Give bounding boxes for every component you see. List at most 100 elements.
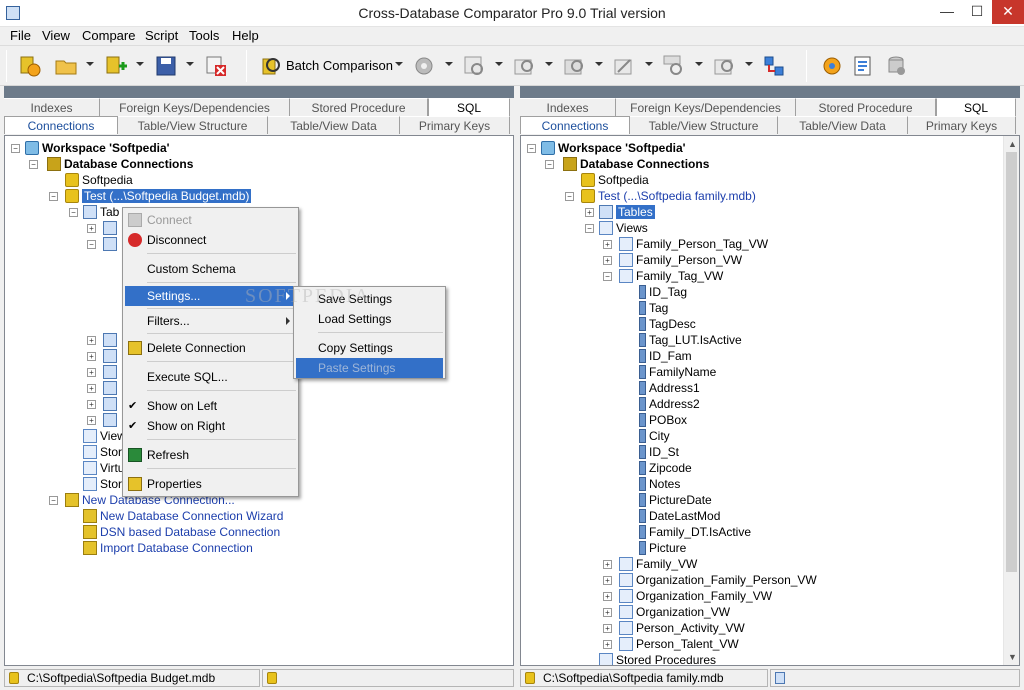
tab-primary-keys[interactable]: Primary Keys [400, 116, 510, 134]
expand-toggle[interactable]: + [603, 240, 612, 249]
tab-connections[interactable]: Connections [4, 116, 118, 134]
expand-toggle[interactable]: + [603, 608, 612, 617]
import-connection-link[interactable]: Import Database Connection [83, 540, 253, 556]
views-node[interactable]: View [83, 428, 126, 444]
compare-dependencies-dropdown[interactable] [645, 62, 653, 66]
open-dropdown-arrow[interactable] [86, 62, 94, 66]
table-node[interactable] [103, 412, 120, 428]
save-dropdown-arrow[interactable] [186, 62, 194, 66]
menu-tools[interactable]: Tools [189, 28, 219, 43]
tab-stored-procedure[interactable]: Stored Procedure [796, 98, 936, 116]
collapse-toggle[interactable]: − [69, 208, 78, 217]
menu-compare[interactable]: Compare [82, 28, 135, 43]
stored-node[interactable]: Stor [83, 476, 122, 492]
batch-dropdown-arrow[interactable] [395, 62, 403, 66]
menu-load-settings[interactable]: Load Settings [296, 309, 443, 329]
menu-execute-sql[interactable]: Execute SQL... [125, 367, 296, 387]
tab-table-view-data[interactable]: Table/View Data [268, 116, 400, 134]
column-item[interactable]: TagDesc [639, 316, 696, 332]
collapse-toggle[interactable]: − [527, 144, 536, 153]
tools-options-button[interactable] [818, 52, 846, 80]
column-item[interactable]: FamilyName [639, 364, 716, 380]
compare-options-button[interactable] [410, 52, 438, 80]
virtual-node[interactable]: Virtu [83, 460, 124, 476]
expand-toggle[interactable]: + [87, 368, 96, 377]
menu-refresh[interactable]: Refresh [125, 445, 296, 465]
table-node[interactable] [103, 364, 120, 380]
new-connection-wizard-link[interactable]: New Database Connection Wizard [83, 508, 283, 524]
tab-primary-keys[interactable]: Primary Keys [908, 116, 1016, 134]
workspace-settings-button[interactable] [16, 52, 44, 80]
database-info-button[interactable] [882, 52, 910, 80]
close-button[interactable]: ✕ [992, 0, 1024, 24]
view-item[interactable]: Organization_Family_VW [619, 588, 772, 604]
stored-procedures-node[interactable]: Stor [83, 444, 122, 460]
column-item[interactable]: Notes [639, 476, 680, 492]
compare-sql-dropdown[interactable] [695, 62, 703, 66]
collapse-toggle[interactable]: − [11, 144, 20, 153]
menu-delete-connection[interactable]: Delete Connection [125, 338, 296, 358]
maximize-button[interactable]: ☐ [962, 0, 992, 24]
collapse-toggle[interactable]: − [603, 272, 612, 281]
connection-test[interactable]: Test (...\Softpedia Budget.mdb) [65, 188, 252, 204]
column-item[interactable]: ID_Tag [639, 284, 687, 300]
table-node[interactable] [103, 332, 120, 348]
compare-data-dropdown[interactable] [545, 62, 553, 66]
right-connection-tree[interactable]: − Workspace 'Softpedia' − Database Conne… [520, 135, 1020, 666]
expand-toggle[interactable]: + [87, 416, 96, 425]
column-item[interactable]: Picture [639, 540, 686, 556]
menu-show-on-left[interactable]: ✔ Show on Left [125, 396, 296, 416]
tab-table-view-structure[interactable]: Table/View Structure [118, 116, 268, 134]
table-node[interactable] [103, 236, 120, 252]
tab-foreign-keys[interactable]: Foreign Keys/Dependencies [616, 98, 796, 116]
view-item[interactable]: Organization_Family_Person_VW [619, 572, 817, 588]
compare-dependencies-button[interactable] [610, 52, 638, 80]
column-item[interactable]: ID_St [639, 444, 679, 460]
view-item[interactable]: Family_Person_Tag_VW [619, 236, 768, 252]
menu-connect[interactable]: Connect [125, 210, 296, 230]
stored-procedures-node[interactable]: Stored Procedures [599, 652, 716, 665]
column-item[interactable]: PictureDate [639, 492, 712, 508]
compare-keys-button[interactable] [560, 52, 588, 80]
tab-indexes[interactable]: Indexes [520, 98, 616, 116]
dsn-connection-link[interactable]: DSN based Database Connection [83, 524, 280, 540]
connection-test[interactable]: Test (...\Softpedia family.mdb) [581, 188, 756, 204]
table-node[interactable] [103, 220, 120, 236]
scroll-thumb[interactable] [1006, 152, 1017, 572]
menu-script[interactable]: Script [145, 28, 178, 43]
expand-toggle[interactable]: + [603, 592, 612, 601]
menu-properties[interactable]: Properties [125, 474, 296, 494]
tab-foreign-keys[interactable]: Foreign Keys/Dependencies [100, 98, 290, 116]
compare-data-button[interactable] [510, 52, 538, 80]
compare-keys-dropdown[interactable] [595, 62, 603, 66]
menu-help[interactable]: Help [232, 28, 259, 43]
views-node[interactable]: Views [599, 220, 648, 236]
expand-toggle[interactable]: + [603, 640, 612, 649]
table-node[interactable] [103, 380, 120, 396]
new-connection-button[interactable] [102, 52, 130, 80]
expand-toggle[interactable]: + [603, 576, 612, 585]
collapse-toggle[interactable]: − [49, 496, 58, 505]
menu-paste-settings[interactable]: Paste Settings [296, 358, 443, 378]
tab-table-view-structure[interactable]: Table/View Structure [630, 116, 778, 134]
menu-show-on-right[interactable]: ✔ Show on Right [125, 416, 296, 436]
column-item[interactable]: Family_DT.IsActive [639, 524, 751, 540]
expand-toggle[interactable]: + [603, 624, 612, 633]
expand-toggle[interactable]: + [87, 352, 96, 361]
view-item[interactable]: Person_Talent_VW [619, 636, 739, 652]
save-button[interactable] [152, 52, 180, 80]
workspace-node[interactable]: Workspace 'Softpedia' [25, 140, 170, 156]
tab-table-view-data[interactable]: Table/View Data [778, 116, 908, 134]
expand-toggle[interactable]: + [603, 256, 612, 265]
compare-procedures-dropdown[interactable] [745, 62, 753, 66]
minimize-button[interactable]: — [932, 0, 962, 24]
compare-structure-dropdown[interactable] [495, 62, 503, 66]
view-item[interactable]: Family_VW [619, 556, 697, 572]
tab-indexes[interactable]: Indexes [4, 98, 100, 116]
column-item[interactable]: Tag [639, 300, 668, 316]
scroll-up-arrow[interactable]: ▲ [1008, 139, 1017, 149]
expand-toggle[interactable]: + [603, 560, 612, 569]
tab-connections[interactable]: Connections [520, 116, 630, 134]
column-item[interactable]: Address1 [639, 380, 700, 396]
workspace-node[interactable]: Workspace 'Softpedia' [541, 140, 686, 156]
